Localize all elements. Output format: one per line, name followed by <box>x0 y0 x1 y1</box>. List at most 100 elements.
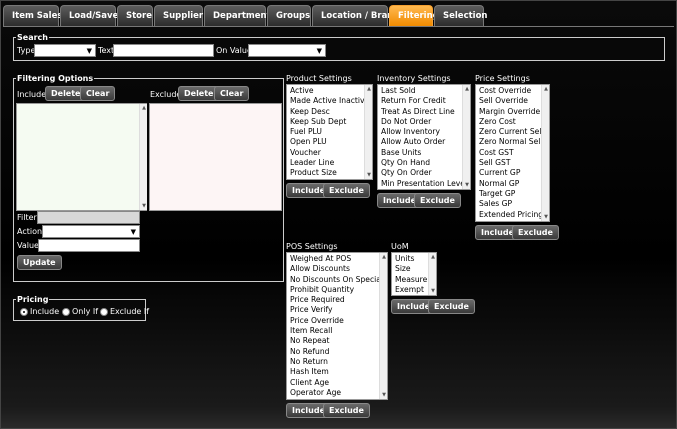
list-item[interactable]: Sell GST <box>479 158 546 168</box>
list-item[interactable]: No Discounts On Special <box>290 275 384 285</box>
price-settings-list[interactable]: Cost Override Sell Override Margin Overr… <box>475 84 550 222</box>
tab-load-save[interactable]: Load/Save <box>60 5 118 26</box>
tab-store[interactable]: Store <box>117 5 153 26</box>
inventory-exclude-button[interactable]: Exclude <box>414 193 461 208</box>
include-list-scrollbar[interactable]: ▲ ▼ <box>139 104 147 210</box>
inventory-settings-list[interactable]: Last Sold Return For Credit Treat As Dir… <box>377 84 471 190</box>
price-settings-scrollbar[interactable]: ▲ ▼ <box>541 85 549 221</box>
list-item[interactable]: Sell Override <box>479 96 546 106</box>
list-item[interactable]: Product Size <box>290 168 369 178</box>
pos-settings-list[interactable]: Weighed At POS Allow Discounts No Discou… <box>286 252 388 400</box>
exclude-clear-button[interactable]: Clear <box>214 86 250 101</box>
list-item[interactable]: Price Required <box>290 295 384 305</box>
value-label: Value <box>17 241 39 250</box>
list-item[interactable]: Prohibit Quantity <box>290 285 384 295</box>
list-item[interactable]: Min Presentation Level <box>381 179 467 189</box>
tab-selection[interactable]: Selection <box>434 5 487 26</box>
scroll-down-icon[interactable]: ▼ <box>365 171 372 179</box>
scroll-down-icon[interactable]: ▼ <box>429 287 436 295</box>
pricing-include-radio[interactable] <box>20 308 28 316</box>
scroll-up-icon[interactable]: ▲ <box>365 85 372 93</box>
tab-location-brand[interactable]: Location / Brand <box>312 5 399 26</box>
list-item[interactable]: Active <box>290 86 369 96</box>
scroll-up-icon[interactable]: ▲ <box>140 104 147 112</box>
list-item[interactable]: Price Override <box>290 316 384 326</box>
pos-exclude-button[interactable]: Exclude <box>323 403 370 418</box>
list-item[interactable]: No Return <box>290 357 384 367</box>
include-clear-button[interactable]: Clear <box>80 86 116 101</box>
exclude-filter-list[interactable] <box>149 103 282 211</box>
on-value-label: On Value <box>216 46 252 55</box>
list-item[interactable]: Margin Override <box>479 107 546 117</box>
list-item[interactable]: Zero Normal Sell <box>479 137 546 147</box>
list-item[interactable]: Allow Inventory <box>381 127 467 137</box>
include-filter-list[interactable]: ▲ ▼ <box>16 103 147 211</box>
tab-supplier[interactable]: Supplier <box>154 5 203 26</box>
list-item[interactable]: Keep Sub Dept <box>290 117 369 127</box>
type-select[interactable]: ▼ <box>34 44 96 57</box>
list-item[interactable]: Keep Desc <box>290 107 369 117</box>
list-item[interactable]: Zero Current Sell <box>479 127 546 137</box>
list-item[interactable]: No Repeat <box>290 336 384 346</box>
uom-scrollbar[interactable]: ▲ ▼ <box>428 253 436 295</box>
list-item[interactable]: Voucher <box>290 148 369 158</box>
list-item[interactable]: Allow Auto Order <box>381 137 467 147</box>
list-item[interactable]: Target GP <box>479 189 546 199</box>
list-item[interactable]: Made Active Inactive <box>290 96 369 106</box>
list-item[interactable]: Client Age <box>290 378 384 388</box>
scroll-up-icon[interactable]: ▲ <box>463 85 470 93</box>
pos-settings-scrollbar[interactable]: ▲ ▼ <box>379 253 387 399</box>
pricing-exclude-if-radio[interactable] <box>100 308 108 316</box>
list-item[interactable]: Qty On Order <box>381 168 467 178</box>
scroll-down-icon[interactable]: ▼ <box>140 202 147 210</box>
tab-department[interactable]: Department <box>204 5 271 26</box>
scroll-up-icon[interactable]: ▲ <box>380 253 387 261</box>
action-select[interactable]: ▼ <box>42 225 140 238</box>
list-item[interactable]: Leader Line <box>290 158 369 168</box>
list-item[interactable]: Base Units <box>381 148 467 158</box>
list-item[interactable]: Last Sold <box>381 86 467 96</box>
list-item[interactable]: Treat As Direct Line <box>381 107 467 117</box>
list-item[interactable]: Price Verify <box>290 305 384 315</box>
list-item[interactable]: Zero Cost <box>479 117 546 127</box>
tab-item-sales[interactable]: Item Sales <box>3 5 62 26</box>
uom-list[interactable]: Units Size Measure Exempt ▲ ▼ <box>391 252 437 296</box>
scroll-down-icon[interactable]: ▼ <box>380 391 387 399</box>
uom-exclude-button[interactable]: Exclude <box>428 299 475 314</box>
list-item[interactable]: Sales GP <box>479 199 546 209</box>
value-input[interactable] <box>38 239 140 252</box>
scroll-up-icon[interactable]: ▲ <box>429 253 436 261</box>
scroll-down-icon[interactable]: ▼ <box>463 181 470 189</box>
pricing-only-if-radio[interactable] <box>62 308 70 316</box>
list-item[interactable]: Allow Discounts <box>290 264 384 274</box>
list-item[interactable]: Operator Age <box>290 388 384 398</box>
list-item[interactable]: Normal GP <box>479 179 546 189</box>
tab-groups[interactable]: Groups <box>267 5 311 26</box>
list-item[interactable]: Item Recall <box>290 326 384 336</box>
list-item[interactable]: Fuel PLU <box>290 127 369 137</box>
price-exclude-button[interactable]: Exclude <box>512 225 559 240</box>
list-item[interactable]: Cost GST <box>479 148 546 158</box>
list-item[interactable]: Return For Credit <box>381 96 467 106</box>
list-item[interactable]: Qty On Hand <box>381 158 467 168</box>
list-item[interactable]: Hash Item <box>290 367 384 377</box>
product-settings-scrollbar[interactable]: ▲ ▼ <box>364 85 372 179</box>
list-item[interactable]: Do Not Order <box>381 117 467 127</box>
list-item[interactable]: No Refund <box>290 347 384 357</box>
scroll-up-icon[interactable]: ▲ <box>542 85 549 93</box>
tab-filtering[interactable]: Filtering <box>389 5 439 26</box>
list-item[interactable]: Cost Override <box>479 86 546 96</box>
list-item[interactable]: Open PLU <box>290 137 369 147</box>
list-item[interactable]: Current GP <box>479 168 546 178</box>
list-item[interactable]: Extended Pricing <box>479 210 546 220</box>
list-item[interactable]: Weighed At POS <box>290 254 384 264</box>
search-text-input[interactable] <box>113 44 214 57</box>
inventory-settings-scrollbar[interactable]: ▲ ▼ <box>462 85 470 189</box>
scroll-down-icon[interactable]: ▼ <box>542 213 549 221</box>
on-value-select[interactable]: ▼ <box>248 44 326 57</box>
update-button[interactable]: Update <box>17 255 62 270</box>
inventory-settings-title: Inventory Settings <box>377 74 451 83</box>
product-settings-list[interactable]: Active Made Active Inactive Keep Desc Ke… <box>286 84 373 180</box>
action-label: Action <box>17 227 43 236</box>
product-exclude-button[interactable]: Exclude <box>323 183 370 198</box>
